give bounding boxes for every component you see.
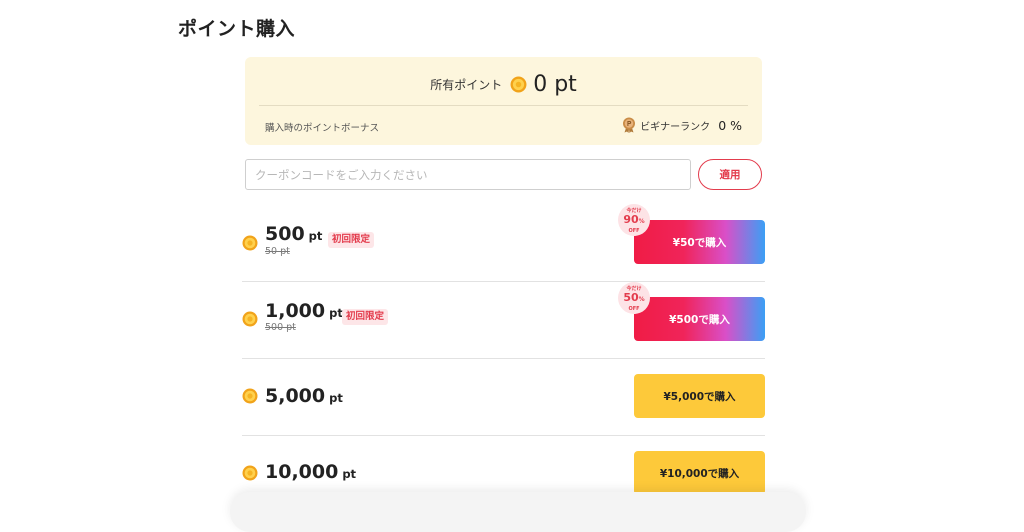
rank-label: ビギナーランク [640,121,711,133]
package-unit: pt [329,391,343,405]
points-card: 所有ポイント 0 pt 購入時のポイントボーナス ビギナーランク 0 % [245,57,762,145]
discount-percent: 50% [618,292,650,306]
first-time-badge: 初回限定 [328,232,375,248]
bottom-bar [230,492,806,532]
bonus-label: 購入時のポイントボーナス [265,123,380,134]
coin-icon [242,465,258,481]
buy-button-5000[interactable]: ¥5,000で購入 [634,374,765,418]
owned-points-value: 0 pt [533,71,577,97]
discount-off-text: OFF [628,228,640,234]
package-row: 5,000 pt ¥5,000で購入 [242,358,765,436]
buy-button-1000[interactable]: ¥500で購入 [634,297,765,341]
package-unit: pt [329,306,343,320]
coin-icon [510,76,527,93]
coin-icon [242,235,258,251]
package-amount-value: 1,000 [265,300,326,322]
coin-icon [242,311,258,327]
owned-points-label: 所有ポイント [430,77,503,92]
discount-number: 50 [623,291,639,304]
apply-button[interactable]: 適用 [698,159,762,190]
package-amount-value: 500 [265,223,305,245]
page-title: ポイント購入 [178,18,296,40]
rank-percent: 0 % [718,117,742,133]
discount-percent: 90% [618,214,650,228]
package-amount-value: 10,000 [265,461,339,483]
rank-medal-icon [622,117,636,133]
coupon-input[interactable] [245,159,691,190]
first-time-badge: 初回限定 [342,309,389,325]
card-divider [259,105,748,106]
package-unit: pt [308,229,323,243]
discount-percent-sign: % [638,296,645,303]
buy-button-10000[interactable]: ¥10,000で購入 [634,451,765,495]
coin-icon [242,388,258,404]
discount-off-text: OFF [628,306,640,312]
discount-badge: 今だけ 50% OFF [618,282,650,314]
package-unit: pt [342,467,357,481]
owned-points-row: 所有ポイント 0 pt [245,69,762,99]
package-row: 1,000 pt 500 pt 初回限定 ¥500で購入 今だけ 50% OFF [242,281,765,359]
package-amount: 500 pt [265,223,322,245]
package-original-points: 50 pt [265,246,290,257]
package-amount: 1,000 pt [265,300,343,322]
package-original-points: 500 pt [265,322,296,333]
discount-number: 90 [623,213,639,226]
buy-button-500[interactable]: ¥50で購入 [634,220,765,264]
discount-badge: 今だけ 90% OFF [618,204,650,236]
package-amount: 10,000 pt [265,461,356,483]
discount-percent-sign: % [638,218,645,225]
package-amount-value: 5,000 [265,385,326,407]
rank-group: ビギナーランク 0 % [622,117,742,133]
package-amount: 5,000 pt [265,385,343,407]
package-row: 500 pt 50 pt 初回限定 ¥50で購入 今だけ 90% OFF [242,204,765,282]
